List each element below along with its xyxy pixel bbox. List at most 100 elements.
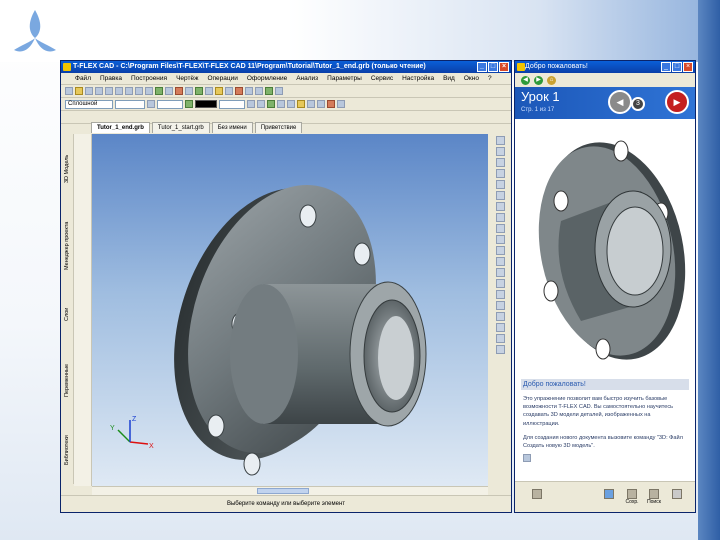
menu-operations[interactable]: Операции xyxy=(207,73,237,84)
line-style-combo[interactable]: Сплошной xyxy=(65,99,113,109)
redo-icon[interactable] xyxy=(145,87,153,95)
line-tool-icon[interactable] xyxy=(155,87,163,95)
menu-service[interactable]: Сервис xyxy=(371,73,393,84)
text-tool-icon[interactable] xyxy=(175,87,183,95)
help-maximize-button[interactable]: □ xyxy=(672,62,682,72)
tab-project-manager[interactable]: Менеджер проекта xyxy=(62,206,72,286)
show-icon[interactable] xyxy=(495,312,505,321)
help-minimize-button[interactable]: _ xyxy=(661,62,671,72)
help-icon[interactable] xyxy=(495,345,505,354)
prev-page-button[interactable]: ◀ xyxy=(608,90,632,114)
chamfer-icon[interactable] xyxy=(255,87,263,95)
menu-edit[interactable]: Правка xyxy=(100,73,122,84)
menu-parameters[interactable]: Параметры xyxy=(327,73,362,84)
light-icon[interactable] xyxy=(495,279,505,288)
maximize-button[interactable]: □ xyxy=(488,62,498,72)
close-button[interactable]: × xyxy=(499,62,509,72)
tab-untitled[interactable]: Без имени xyxy=(211,122,253,133)
workplane-icon[interactable] xyxy=(195,87,203,95)
zoom-out-icon[interactable] xyxy=(495,147,505,156)
variables-icon[interactable] xyxy=(265,87,273,95)
hide-icon[interactable] xyxy=(495,301,505,310)
wireframe-icon[interactable] xyxy=(317,100,325,108)
nav-back-icon[interactable]: ◀ xyxy=(521,75,530,85)
scrollbar-thumb[interactable] xyxy=(257,488,309,494)
paste-icon[interactable] xyxy=(125,87,133,95)
help-titlebar[interactable]: Добро пожаловать! _ □ × xyxy=(515,61,695,73)
redraw-icon[interactable] xyxy=(495,235,505,244)
tab-libraries[interactable]: Библиотеки xyxy=(62,420,72,480)
view-side-icon[interactable] xyxy=(287,100,295,108)
boolean-icon[interactable] xyxy=(235,87,243,95)
cut-icon[interactable] xyxy=(105,87,113,95)
tab-layers[interactable]: Слои xyxy=(62,294,72,334)
grid-icon[interactable] xyxy=(257,100,265,108)
color-combo[interactable] xyxy=(219,99,245,109)
zoom-in-icon[interactable] xyxy=(495,136,505,145)
tab-variables[interactable]: Переменные xyxy=(62,350,72,410)
menu-help[interactable]: ? xyxy=(488,73,492,84)
render-icon[interactable] xyxy=(275,87,283,95)
layer-combo[interactable] xyxy=(157,99,183,109)
frame-icon[interactable] xyxy=(495,213,505,222)
view-front-icon[interactable] xyxy=(267,100,275,108)
cube-icon[interactable] xyxy=(531,489,543,503)
minimize-button[interactable]: _ xyxy=(477,62,487,72)
search-help-button[interactable]: Поиск xyxy=(645,489,663,505)
home-icon[interactable]: ⌂ xyxy=(547,75,556,85)
circle-tool-icon[interactable] xyxy=(165,87,173,95)
open-file-icon[interactable] xyxy=(75,87,83,95)
loft-icon[interactable] xyxy=(225,87,233,95)
shade-icon[interactable] xyxy=(307,100,315,108)
layer-icon[interactable] xyxy=(147,100,155,108)
help-close-button[interactable]: × xyxy=(683,62,693,72)
section-icon[interactable] xyxy=(327,100,335,108)
undo-icon[interactable] xyxy=(135,87,143,95)
tab-welcome[interactable]: Приветствие xyxy=(254,122,303,133)
cad-titlebar[interactable]: T-FLEX CAD - C:\Program Files\T-FLEX\T-F… xyxy=(61,61,511,73)
menu-format[interactable]: Оформление xyxy=(247,73,287,84)
new-3d-model-icon[interactable] xyxy=(523,454,531,463)
menu-window[interactable]: Окно xyxy=(464,73,479,84)
material-icon[interactable] xyxy=(495,290,505,299)
zoom-next-icon[interactable] xyxy=(495,257,505,266)
horizontal-scrollbar[interactable] xyxy=(92,486,488,495)
menu-construct[interactable]: Построения xyxy=(131,73,167,84)
view-settings-icon[interactable] xyxy=(495,268,505,277)
fit-icon[interactable] xyxy=(495,202,505,211)
measure-icon[interactable] xyxy=(337,100,345,108)
copy-icon[interactable] xyxy=(115,87,123,95)
tab-3d-model[interactable]: 3D Модель xyxy=(62,138,72,200)
print-icon[interactable] xyxy=(95,87,103,95)
save-help-button[interactable]: Сохр. xyxy=(623,489,641,505)
new-file-icon[interactable] xyxy=(65,87,73,95)
menu-file[interactable]: Файл xyxy=(75,73,91,84)
filter-icon[interactable] xyxy=(495,323,505,332)
rotate-icon[interactable] xyxy=(215,87,223,95)
zoom-prev-icon[interactable] xyxy=(495,246,505,255)
rotate-view-icon[interactable] xyxy=(495,191,505,200)
3d-viewport[interactable]: X Y Z xyxy=(92,134,488,486)
fillet-icon[interactable] xyxy=(245,87,253,95)
menu-drawing[interactable]: Чертёж xyxy=(176,73,198,84)
info-icon[interactable] xyxy=(495,334,505,343)
zoom-window-icon[interactable] xyxy=(495,158,505,167)
next-page-button[interactable]: ▶ xyxy=(665,90,689,114)
extrude-icon[interactable] xyxy=(205,87,213,95)
print-help-icon[interactable] xyxy=(671,489,683,503)
menu-view[interactable]: Вид xyxy=(443,73,455,84)
zoom-all-icon[interactable] xyxy=(495,169,505,178)
pan-icon[interactable] xyxy=(495,180,505,189)
menu-settings[interactable]: Настройка xyxy=(402,73,434,84)
windows-icon[interactable] xyxy=(603,489,615,503)
page-index-button[interactable]: 3 xyxy=(631,97,645,111)
tab-tutor-1-start[interactable]: Tutor_1_start.grb xyxy=(151,122,210,133)
select-icon[interactable] xyxy=(495,224,505,233)
level-icon[interactable] xyxy=(185,100,193,108)
color-swatch[interactable] xyxy=(195,100,217,108)
view-iso-icon[interactable] xyxy=(297,100,305,108)
dimension-tool-icon[interactable] xyxy=(185,87,193,95)
menu-analysis[interactable]: Анализ xyxy=(296,73,318,84)
tab-tutor-1-end[interactable]: Tutor_1_end.grb xyxy=(91,122,150,133)
line-width-combo[interactable] xyxy=(115,99,145,109)
